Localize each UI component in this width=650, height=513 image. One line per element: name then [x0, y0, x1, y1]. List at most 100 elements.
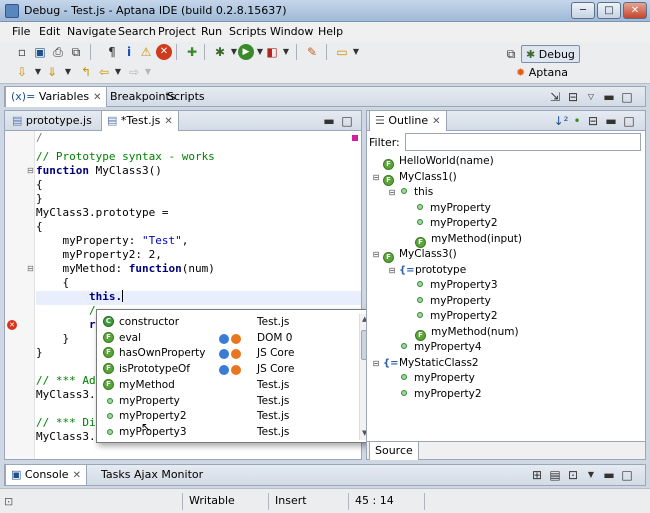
tab-outline[interactable]: ☰ Outline ✕	[369, 111, 447, 131]
filter-input[interactable]	[405, 133, 641, 151]
save-icon[interactable]: ▣	[32, 44, 48, 60]
editor-tab-test[interactable]: ▤ *Test.js ✕	[101, 111, 179, 131]
new-file-icon[interactable]: ▫	[14, 44, 30, 60]
perspective-aptana[interactable]: ✹ Aptana	[512, 64, 572, 82]
code-line[interactable]: // *** Ad	[36, 374, 96, 388]
folder-dropdown-icon[interactable]: ▼	[348, 44, 364, 60]
collapse-all-icon[interactable]: ⊟	[565, 89, 581, 105]
console-dropdown-icon[interactable]: ▼	[583, 467, 599, 483]
fold-icon[interactable]: ⊟	[27, 264, 34, 273]
menu-navigate[interactable]: Navigate	[67, 25, 116, 38]
pin-console-icon[interactable]: ⊞	[529, 467, 545, 483]
menu-window[interactable]: Window	[270, 25, 313, 38]
outline-item[interactable]: myProperty	[387, 371, 475, 386]
outline-item[interactable]: ⊟ {=prototype	[387, 263, 467, 278]
wand-icon[interactable]: ✎	[304, 44, 320, 60]
external-tools-dropdown-icon[interactable]: ▼	[278, 44, 294, 60]
outline-item[interactable]: myProperty4	[387, 340, 482, 355]
autocomplete-item[interactable]: FmyMethod Test.js	[103, 377, 353, 393]
outline-item[interactable]: myProperty3	[403, 278, 498, 293]
outline-item[interactable]: myProperty	[403, 294, 491, 309]
view-menu-icon[interactable]: ▽	[583, 89, 599, 105]
code-line[interactable]: }	[36, 346, 43, 360]
close-icon[interactable]: ✕	[432, 116, 440, 127]
close-button[interactable]: ✕	[623, 2, 647, 19]
menu-project[interactable]: Project	[158, 25, 196, 38]
perspective-debug[interactable]: ✱ Debug	[521, 45, 580, 63]
collapse-all-icon[interactable]: ⊟	[585, 113, 601, 129]
code-line[interactable]: function MyClass3()	[36, 164, 162, 178]
close-icon[interactable]: ✕	[93, 92, 101, 103]
tab-variables[interactable]: (x)= Variables ✕	[5, 87, 108, 107]
warning-icon[interactable]: ⚠	[138, 44, 154, 60]
maximize-view-icon[interactable]: □	[339, 113, 355, 129]
editor-tab-prototype[interactable]: ▤ prototype.js	[7, 111, 97, 131]
menu-help[interactable]: Help	[318, 25, 343, 38]
sort-icon[interactable]: ↓²	[553, 113, 569, 129]
maximize-view-icon[interactable]: □	[621, 113, 637, 129]
collapse-icon[interactable]: ⊟	[387, 185, 397, 200]
last-edit-icon[interactable]: ↰	[78, 64, 94, 80]
outline-item[interactable]: ⊟ F MyClass1()	[371, 170, 457, 186]
tab-source[interactable]: Source	[369, 442, 419, 460]
collapse-icon[interactable]: ⊟	[371, 247, 381, 262]
close-icon[interactable]: ✕	[73, 470, 81, 481]
autocomplete-item[interactable]: Feval DOM 0	[103, 330, 353, 346]
step-over-icon[interactable]: ⇓	[44, 64, 60, 80]
minimize-button[interactable]: ─	[571, 2, 595, 19]
outline-item[interactable]: ⊟ this	[387, 185, 434, 200]
code-line[interactable]: /	[36, 304, 96, 318]
error-marker-icon[interactable]: ✕	[7, 320, 17, 330]
hide-fields-icon[interactable]: •	[569, 113, 585, 129]
show-whitespace-icon[interactable]: ¶	[104, 44, 120, 60]
code-line[interactable]: }	[36, 192, 43, 206]
menu-file[interactable]: File	[12, 25, 30, 38]
maximize-view-icon[interactable]: □	[619, 467, 635, 483]
open-perspective-icon[interactable]: ⧉	[503, 46, 519, 62]
code-line[interactable]: myProperty2: 2,	[36, 248, 161, 262]
close-icon[interactable]: ✕	[164, 116, 172, 127]
print-icon[interactable]: ⎙	[50, 44, 66, 60]
overview-marker[interactable]	[352, 135, 358, 141]
code-line[interactable]: r	[36, 318, 96, 332]
code-line[interactable]: // *** Di	[36, 416, 96, 430]
menu-search[interactable]: Search	[118, 25, 156, 38]
tab-ajax-monitor[interactable]: Ajax Monitor	[129, 465, 208, 485]
tab-console[interactable]: ▣ Console ✕	[5, 465, 87, 485]
outline-item[interactable]: myProperty2	[387, 387, 482, 402]
autocomplete-item[interactable]: FhasOwnProperty JS Core	[103, 345, 353, 361]
code-line[interactable]: {	[36, 220, 43, 234]
fold-icon[interactable]: ⊟	[27, 166, 34, 175]
menu-scripts[interactable]: Scripts	[229, 25, 267, 38]
maximize-button[interactable]: □	[597, 2, 621, 19]
outline-item[interactable]: myProperty	[403, 201, 491, 216]
code-line[interactable]: myProperty: "Test",	[36, 234, 188, 248]
collapse-icon[interactable]: ⊟	[387, 263, 397, 278]
open-console-icon[interactable]: ⊡	[565, 467, 581, 483]
code-line[interactable]: {	[36, 178, 43, 192]
minimize-view-icon[interactable]: ▬	[601, 467, 617, 483]
menu-run[interactable]: Run	[201, 25, 222, 38]
code-line[interactable]: {	[36, 276, 69, 290]
step-over-dropdown-icon[interactable]: ▼	[60, 64, 76, 80]
info-icon[interactable]: i	[121, 44, 137, 60]
code-line[interactable]: MyClass3.	[36, 430, 96, 444]
outline-item[interactable]: myProperty2	[403, 309, 498, 324]
outline-item[interactable]: myProperty2	[403, 216, 498, 231]
outline-item[interactable]: FmyMethod(num)	[403, 325, 519, 341]
code-line[interactable]: MyClass3.	[36, 388, 96, 402]
forward-dropdown-icon[interactable]: ▼	[140, 64, 156, 80]
menu-edit[interactable]: Edit	[39, 25, 60, 38]
minimize-view-icon[interactable]: ▬	[601, 89, 617, 105]
code-line[interactable]: MyClass3.prototype =	[36, 206, 168, 220]
display-console-icon[interactable]: ▤	[547, 467, 563, 483]
maximize-view-icon[interactable]: □	[619, 89, 635, 105]
outline-item[interactable]: ⊟ {=MyStaticClass2	[371, 356, 479, 371]
fast-view-icon[interactable]: ⊡	[4, 495, 16, 508]
collapse-icon[interactable]: ⊟	[371, 356, 381, 371]
back-dropdown-icon[interactable]: ▼	[110, 64, 126, 80]
save-all-icon[interactable]: ⧉	[68, 44, 84, 60]
outline-item[interactable]: F HelloWorld(name)	[371, 154, 494, 170]
collapse-icon[interactable]: ⊟	[371, 170, 381, 185]
code-line[interactable]: myMethod: function(num)	[36, 262, 214, 276]
